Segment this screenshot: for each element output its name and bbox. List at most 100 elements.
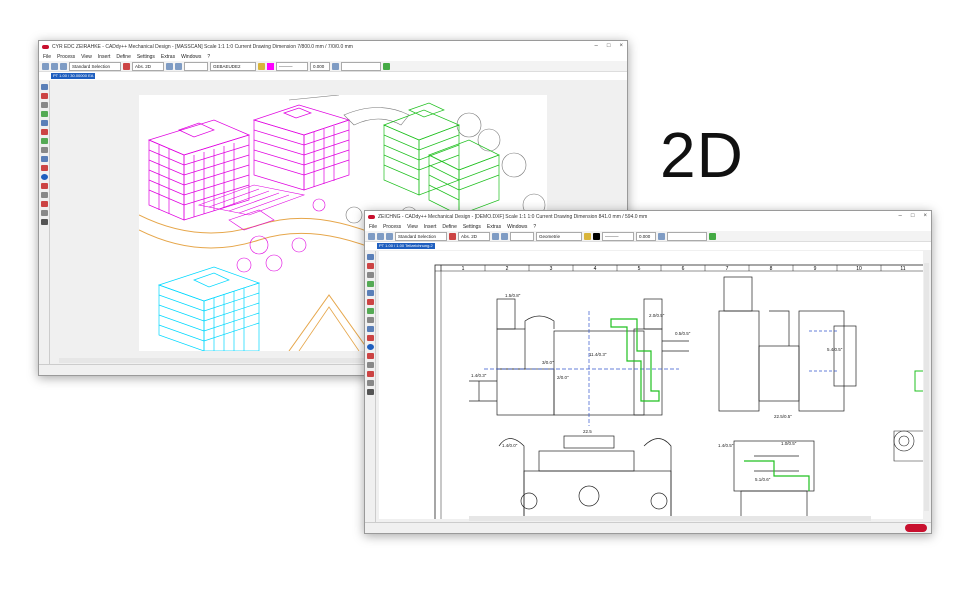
menu-help[interactable]: ? [207, 54, 210, 60]
menu-process[interactable]: Process [57, 54, 75, 60]
grid-field[interactable] [184, 61, 208, 71]
dimension-tool-icon[interactable] [40, 129, 48, 135]
maximize-icon[interactable]: □ [607, 43, 611, 49]
info-icon[interactable] [366, 344, 374, 350]
menu-file[interactable]: File [369, 224, 377, 230]
close-icon[interactable]: × [923, 213, 927, 219]
menu-define[interactable]: Define [442, 224, 456, 230]
move-tool-icon[interactable] [40, 156, 48, 162]
technical-drawing: 1 2 3 4 5 6 7 8 9 10 11 1.5/0.8" 11.4/0.… [434, 264, 923, 519]
trim-tool-icon[interactable] [40, 192, 48, 198]
dimension-tool-icon[interactable] [366, 299, 374, 305]
new-icon[interactable] [42, 62, 49, 70]
save-icon[interactable] [60, 62, 67, 70]
maximize-icon[interactable]: □ [911, 213, 915, 219]
menu-view[interactable]: View [81, 54, 92, 60]
close-icon[interactable]: × [619, 43, 623, 49]
redo-icon[interactable] [501, 232, 508, 240]
horizontal-scrollbar[interactable] [469, 516, 871, 521]
rect-tool-icon[interactable] [40, 120, 48, 126]
color-swatch[interactable] [593, 232, 600, 240]
open-icon[interactable] [377, 232, 384, 240]
layer-icon[interactable] [584, 232, 591, 240]
line-tool-icon[interactable] [366, 254, 374, 260]
new-icon[interactable] [368, 232, 375, 240]
circle-tool-icon[interactable] [366, 281, 374, 287]
minimize-icon[interactable]: – [595, 43, 598, 49]
color-swatch[interactable] [267, 62, 274, 70]
layer-settings-icon[interactable] [658, 232, 665, 240]
fillet-tool-icon[interactable] [40, 201, 48, 207]
info-icon[interactable] [40, 174, 48, 180]
undo-icon[interactable] [166, 62, 173, 70]
open-icon[interactable] [51, 62, 58, 70]
command-input[interactable]: PT 1.00 / 30.00000 EA [51, 73, 96, 79]
menu-process[interactable]: Process [383, 224, 401, 230]
snap-icon[interactable] [123, 62, 130, 70]
selection-dropdown[interactable]: Standard Selection [395, 231, 447, 241]
layer-dropdown[interactable]: GEBAEUDE2 [210, 61, 256, 71]
help-icon[interactable] [709, 232, 716, 240]
menu-file[interactable]: File [43, 54, 51, 60]
linetype-dropdown[interactable]: ——— [602, 231, 634, 241]
dimension-label: 1.4/0.3" [471, 373, 487, 378]
vertical-scrollbar[interactable] [924, 263, 929, 511]
trim-tool-icon[interactable] [366, 362, 374, 368]
arc-tool-icon[interactable] [40, 102, 48, 108]
chamfer-tool-icon[interactable] [366, 380, 374, 386]
copy-tool-icon[interactable] [366, 335, 374, 341]
polyline-tool-icon[interactable] [40, 93, 48, 99]
save-icon[interactable] [386, 232, 393, 240]
rect-tool-icon[interactable] [366, 290, 374, 296]
copy-tool-icon[interactable] [40, 165, 48, 171]
menu-settings[interactable]: Settings [463, 224, 481, 230]
menu-extras[interactable]: Extras [487, 224, 501, 230]
menu-windows[interactable]: Windows [507, 224, 527, 230]
grid-field[interactable] [510, 231, 534, 241]
layer-icon[interactable] [258, 62, 265, 70]
menu-settings[interactable]: Settings [137, 54, 155, 60]
mirror-tool-icon[interactable] [366, 389, 374, 395]
hatch-tool-icon[interactable] [366, 308, 374, 314]
text-tool-icon[interactable] [366, 317, 374, 323]
line-tool-icon[interactable] [40, 84, 48, 90]
search-field[interactable] [667, 231, 707, 241]
menu-view[interactable]: View [407, 224, 418, 230]
snap-icon[interactable] [449, 232, 456, 240]
mirror-tool-icon[interactable] [40, 219, 48, 225]
layer-dropdown[interactable]: Geometrie [536, 231, 582, 241]
search-field[interactable] [341, 61, 381, 71]
linetype-dropdown[interactable]: ——— [276, 61, 308, 71]
menu-insert[interactable]: Insert [424, 224, 437, 230]
menu-define[interactable]: Define [116, 54, 130, 60]
menu-windows[interactable]: Windows [181, 54, 201, 60]
dimension-label: 2/0.0" [557, 375, 569, 380]
fillet-tool-icon[interactable] [366, 371, 374, 377]
circle-tool-icon[interactable] [40, 111, 48, 117]
minimize-icon[interactable]: – [899, 213, 902, 219]
erase-tool-icon[interactable] [366, 353, 374, 359]
text-tool-icon[interactable] [40, 147, 48, 153]
polyline-tool-icon[interactable] [366, 263, 374, 269]
erase-tool-icon[interactable] [40, 183, 48, 189]
menu-help[interactable]: ? [533, 224, 536, 230]
drawing-canvas[interactable]: 1 2 3 4 5 6 7 8 9 10 11 1.5/0.8" 11.4/0.… [379, 251, 923, 519]
hatch-tool-icon[interactable] [40, 138, 48, 144]
menu-insert[interactable]: Insert [98, 54, 111, 60]
thickness-field[interactable]: 0.000 [310, 61, 330, 71]
arc-tool-icon[interactable] [366, 272, 374, 278]
app-logo [42, 45, 49, 49]
help-icon[interactable] [383, 62, 390, 70]
command-input[interactable]: PT 1.00 / 1.00 Teilzeichnung.2 [377, 243, 435, 249]
move-tool-icon[interactable] [366, 326, 374, 332]
coordinate-style-dropdown[interactable]: Abs. 2D [458, 231, 490, 241]
chamfer-tool-icon[interactable] [40, 210, 48, 216]
selection-dropdown[interactable]: Standard Selection [69, 61, 121, 71]
coordinate-style-dropdown[interactable]: Abs. 2D [132, 61, 164, 71]
redo-icon[interactable] [175, 62, 182, 70]
menu-extras[interactable]: Extras [161, 54, 175, 60]
thickness-field[interactable]: 0.000 [636, 231, 656, 241]
undo-icon[interactable] [492, 232, 499, 240]
ruler-number: 6 [682, 266, 685, 272]
layer-settings-icon[interactable] [332, 62, 339, 70]
